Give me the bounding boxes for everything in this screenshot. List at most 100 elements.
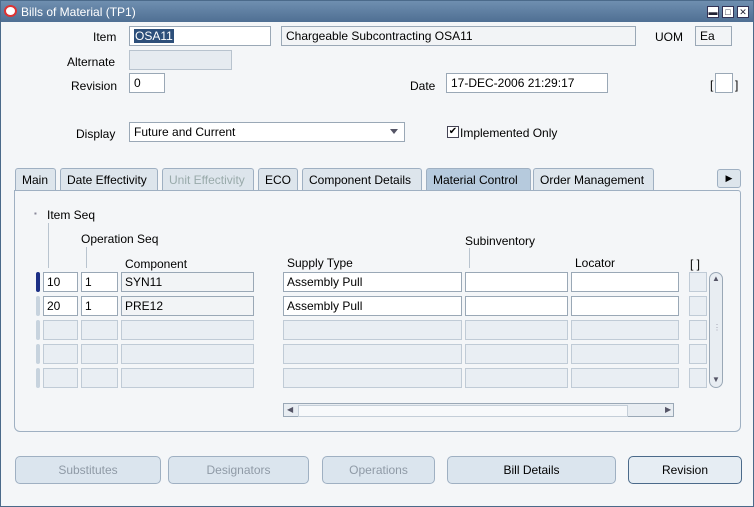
supply-type-cell[interactable] — [283, 320, 462, 340]
revision-button[interactable]: Revision — [628, 456, 742, 484]
scroll-thumb[interactable] — [298, 405, 628, 417]
window-title: Bills of Material (TP1) — [21, 5, 136, 19]
display-value: Future and Current — [134, 125, 236, 139]
horizontal-scrollbar[interactable]: ◀ ▶ — [283, 403, 674, 417]
date-label: Date — [410, 79, 436, 93]
bullet-icon: ▪ — [34, 209, 37, 218]
tab-scroll-right-icon[interactable]: ▶ — [717, 169, 741, 188]
flex-cell[interactable] — [689, 296, 707, 316]
tab-order-management[interactable]: Order Management — [533, 168, 654, 190]
locator-cell[interactable] — [571, 344, 679, 364]
operation-seq-cell[interactable]: 1 — [81, 272, 118, 292]
vertical-scrollbar[interactable]: ▲ ⋮ ▼ — [709, 272, 723, 388]
flex-cell[interactable] — [689, 368, 707, 388]
display-select[interactable]: Future and Current — [129, 122, 405, 142]
header-locator: Locator — [575, 256, 616, 270]
tab-date-effectivity[interactable]: Date Effectivity — [60, 168, 158, 190]
designators-label: Designators — [206, 463, 271, 477]
operation-seq-cell[interactable] — [81, 320, 118, 340]
tab-eco[interactable]: ECO — [258, 168, 298, 190]
subinventory-cell[interactable] — [465, 344, 568, 364]
revision-field[interactable]: 0 — [129, 73, 165, 93]
locator-cell[interactable] — [571, 272, 679, 292]
bill-details-label: Bill Details — [503, 463, 560, 477]
supply-type-cell[interactable] — [283, 368, 462, 388]
tab-material-control[interactable]: Material Control — [426, 168, 531, 190]
row-indicator[interactable] — [36, 320, 40, 340]
implemented-only-checkbox[interactable]: ✔ — [447, 126, 459, 138]
supply-type-cell[interactable]: Assembly Pull — [283, 272, 462, 292]
maximize-icon[interactable]: □ — [722, 6, 734, 18]
item-description-field[interactable]: Chargeable Subcontracting OSA11 — [281, 26, 636, 46]
operation-seq-cell[interactable]: 1 — [81, 296, 118, 316]
component-cell[interactable]: PRE12 — [121, 296, 254, 316]
display-label: Display — [76, 127, 116, 141]
bill-details-button[interactable]: Bill Details — [447, 456, 616, 484]
tab-component-details[interactable]: Component Details — [302, 168, 422, 190]
component-cell[interactable] — [121, 368, 254, 388]
row-indicator[interactable] — [36, 368, 40, 388]
operations-label: Operations — [349, 463, 408, 477]
operation-seq-cell[interactable] — [81, 368, 118, 388]
component-cell[interactable]: SYN11 — [121, 272, 254, 292]
operation-seq-cell[interactable] — [81, 344, 118, 364]
revision-label: Revision — [71, 79, 118, 93]
header-flex: [ ] — [690, 257, 701, 271]
flex-field-close-bracket: ] — [735, 78, 739, 92]
bills-of-material-window: Bills of Material (TP1) ▬ □ ✕ Item OSA11… — [0, 0, 754, 507]
locator-cell[interactable] — [571, 320, 679, 340]
header-divider — [86, 247, 87, 268]
subinventory-cell[interactable] — [465, 368, 568, 388]
header-supply-type: Supply Type — [287, 256, 353, 270]
item-seq-cell[interactable] — [43, 320, 78, 340]
row-current-indicator[interactable] — [36, 272, 40, 292]
flex-cell[interactable] — [689, 344, 707, 364]
row-indicator[interactable] — [36, 344, 40, 364]
scroll-up-icon[interactable]: ▲ — [712, 274, 720, 283]
component-cell[interactable] — [121, 344, 254, 364]
subinventory-cell[interactable] — [465, 272, 568, 292]
item-seq-cell[interactable]: 20 — [43, 296, 78, 316]
flex-cell[interactable] — [689, 272, 707, 292]
alternate-label: Alternate — [67, 55, 116, 69]
scroll-down-icon[interactable]: ▼ — [712, 375, 720, 384]
substitutes-label: Substitutes — [58, 463, 118, 477]
header-item-seq: Item Seq — [47, 208, 96, 222]
component-cell[interactable] — [121, 320, 254, 340]
uom-label: UOM — [655, 30, 683, 44]
subinventory-cell[interactable] — [465, 296, 568, 316]
scroll-grip-icon: ⋮ — [713, 323, 721, 332]
row-indicator[interactable] — [36, 296, 40, 316]
operations-button: Operations — [322, 456, 435, 484]
chevron-down-icon — [390, 129, 398, 134]
item-label: Item — [93, 30, 117, 44]
item-seq-cell[interactable] — [43, 368, 78, 388]
date-field[interactable]: 17-DEC-2006 21:29:17 — [446, 73, 608, 93]
header-component: Component — [125, 257, 188, 271]
alternate-field[interactable] — [129, 50, 232, 70]
title-bar: Bills of Material (TP1) ▬ □ ✕ — [1, 1, 753, 22]
supply-type-cell[interactable] — [283, 344, 462, 364]
subinventory-cell[interactable] — [465, 320, 568, 340]
supply-type-cell[interactable]: Assembly Pull — [283, 296, 462, 316]
locator-cell[interactable] — [571, 368, 679, 388]
close-icon[interactable]: ✕ — [737, 6, 749, 18]
flex-field-open-bracket: [ — [710, 78, 714, 92]
implemented-only-label: Implemented Only — [460, 126, 558, 140]
minimize-icon[interactable]: ▬ — [707, 6, 719, 18]
locator-cell[interactable] — [571, 296, 679, 316]
flex-field[interactable] — [715, 73, 733, 93]
item-seq-cell[interactable] — [43, 344, 78, 364]
item-field[interactable]: OSA11 — [129, 26, 271, 46]
scroll-right-icon[interactable]: ▶ — [665, 404, 671, 416]
tab-main[interactable]: Main — [15, 168, 56, 190]
item-value: OSA11 — [134, 29, 174, 43]
uom-field[interactable]: Ea — [695, 26, 732, 46]
item-seq-cell[interactable]: 10 — [43, 272, 78, 292]
scroll-left-icon[interactable]: ◀ — [287, 404, 293, 416]
flex-cell[interactable] — [689, 320, 707, 340]
header-divider — [469, 248, 470, 268]
revision-label-btn: Revision — [661, 463, 709, 477]
tab-unit-effectivity: Unit Effectivity — [162, 168, 254, 190]
header-operation-seq: Operation Seq — [81, 232, 159, 246]
